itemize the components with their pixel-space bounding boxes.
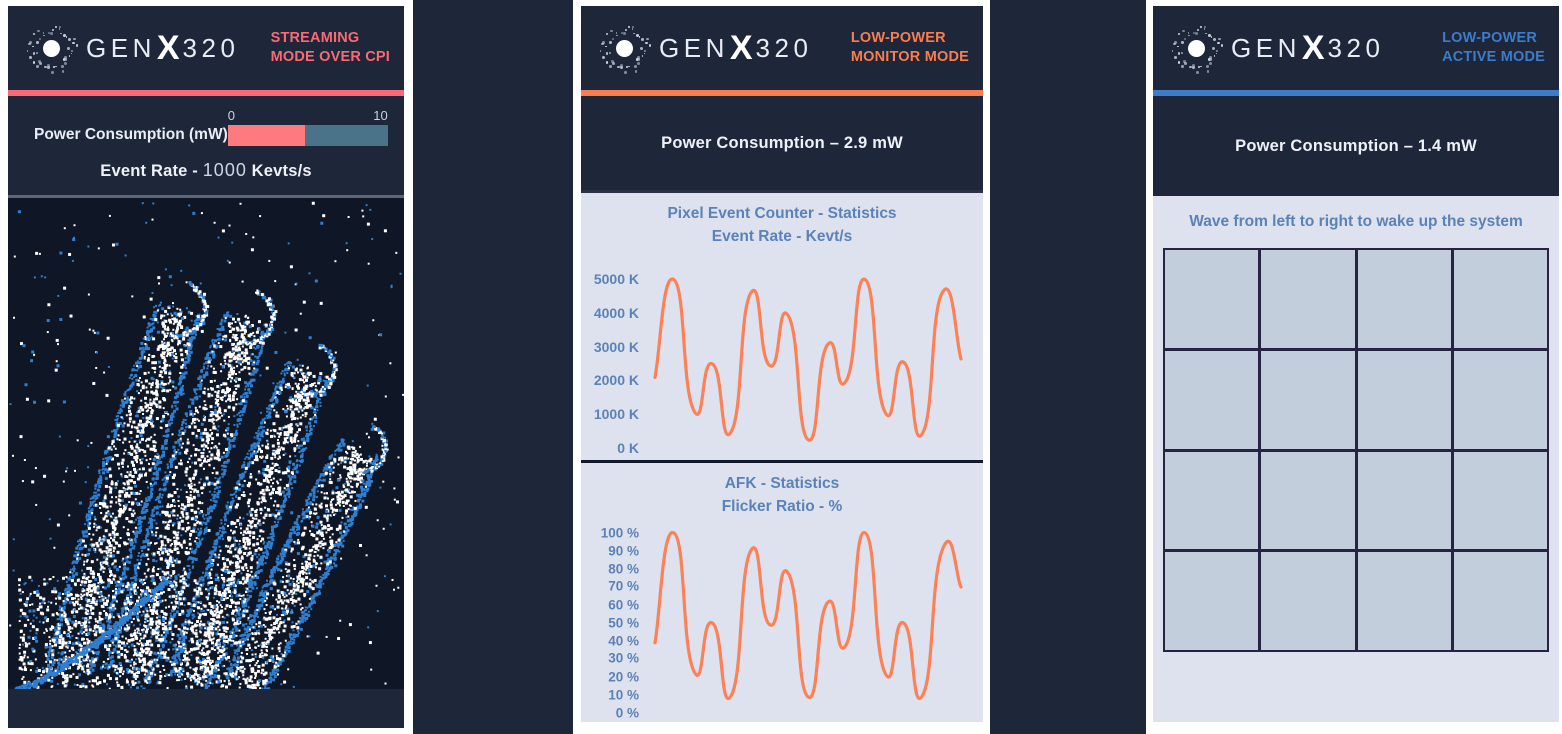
wordmark-x: X (1301, 28, 1327, 67)
y-axis-ticks-event-rate: 5000 K 4000 K 3000 K 2000 K 1000 K 0 K (581, 249, 643, 461)
power-gauge-track (227, 125, 388, 146)
power-gauge-scale: 0 10 (228, 108, 388, 125)
plot-area-flicker-ratio: 100 % 90 % 80 % 70 % 60 % 50 % 40 % 30 % 20 % 10 … (581, 519, 983, 723)
grid-cell[interactable] (1261, 350, 1355, 449)
grid-cell[interactable] (1261, 250, 1355, 348)
chart-subtitle-flicker-ratio: Flicker Ratio - % (721, 498, 843, 516)
panel-gap-right (990, 0, 1146, 734)
grid-cell[interactable] (1165, 250, 1259, 348)
chart-title-event-counter: Pixel Event Counter - Statistics (667, 205, 897, 222)
wordmark-320: 320 (1327, 32, 1385, 63)
brand-logo-block: GEN X 320 (595, 19, 851, 77)
y-tick-label: 80 % (608, 561, 639, 576)
streaming-info-strip: Power Consumption (mW) 0 10 Event Rate -… (8, 96, 404, 195)
grid-cell[interactable] (1357, 451, 1451, 550)
y-tick-label: 30 % (608, 650, 639, 666)
active-header: GEN X 320 LOW-POWER ACTIVE MODE (1153, 6, 1559, 90)
power-consumption-gauge: 0 10 (227, 108, 388, 146)
power-readout-active: Power Consumption – 1.4 mW (1153, 96, 1559, 196)
y-tick-label: 60 % (608, 597, 639, 612)
chart-title-afk: AFK - Statistics (724, 475, 840, 492)
y-tick-label: 1000 K (593, 405, 639, 422)
y-tick-label: 20 % (608, 669, 639, 684)
chart-subtitle-event-rate: Event Rate - Kevt/s (711, 228, 853, 246)
chart-pixel-event-counter: Pixel Event Counter - Statistics Event R… (581, 190, 983, 460)
power-scale-max: 10 (373, 108, 388, 123)
grid-cell[interactable] (1453, 552, 1547, 650)
y-tick-label: 70 % (608, 578, 639, 594)
wordmark-320: 320 (755, 32, 813, 63)
power-gauge-fill (227, 125, 305, 146)
event-rate-label: Event Rate - (100, 162, 198, 180)
wake-instruction-text: Wave from left to right to wake up the s… (1153, 196, 1559, 248)
brand-wordmark: GEN X 320 (1231, 29, 1384, 68)
brand-wordmark: GEN X 320 (659, 29, 812, 68)
chart-afk-statistics: AFK - Statistics Flicker Ratio - % 100 %… (581, 460, 983, 722)
y-tick-label: 100 % (600, 525, 639, 540)
panel-streaming-mode: GEN X 320 STREAMING MODE OVER CPI Power … (8, 6, 404, 728)
grid-cell[interactable] (1357, 250, 1451, 348)
plot-area-event-rate: 5000 K 4000 K 3000 K 2000 K 1000 K 0 K (581, 249, 983, 461)
power-readout-monitor: Power Consumption – 2.9 mW (581, 96, 983, 190)
grid-cell[interactable] (1261, 552, 1355, 650)
mode-label-monitor: LOW-POWER MONITOR MODE (850, 30, 969, 65)
prophesee-sun-dot-icon (1167, 19, 1225, 77)
panel-low-power-active-mode: GEN X 320 LOW-POWER ACTIVE MODE Power Co… (1153, 6, 1559, 722)
monitor-header: GEN X 320 LOW-POWER MONITOR MODE (581, 6, 983, 90)
power-consumption-label: Power Consumption (mW) (34, 126, 228, 143)
y-tick-label: 50 % (608, 615, 639, 630)
prophesee-sun-dot-icon (595, 19, 653, 77)
panel-low-power-monitor-mode: GEN X 320 LOW-POWER MONITOR MODE Power C… (581, 6, 983, 722)
brand-logo-block: GEN X 320 (22, 19, 271, 77)
wake-detection-grid[interactable] (1163, 248, 1549, 652)
curve-flicker-ratio (641, 519, 981, 723)
panel-gap-left (413, 0, 573, 734)
power-scale-min: 0 (227, 108, 235, 123)
wordmark-x: X (156, 28, 182, 67)
screenshot-root: GEN X 320 STREAMING MODE OVER CPI Power … (0, 0, 1562, 734)
y-tick-label: 0 K (617, 439, 639, 456)
grid-cell[interactable] (1453, 451, 1547, 550)
curve-event-rate (641, 249, 981, 461)
mode-label-streaming: STREAMING MODE OVER CPI (270, 30, 390, 65)
grid-cell[interactable] (1261, 451, 1355, 550)
wordmark-320: 320 (182, 32, 240, 63)
grid-cell[interactable] (1453, 350, 1547, 449)
event-rate-value: 1000 (202, 160, 247, 180)
y-tick-label: 0 % (615, 705, 639, 720)
series-line (655, 532, 961, 698)
y-tick-label: 2000 K (593, 372, 639, 389)
grid-cell[interactable] (1165, 552, 1259, 650)
grid-cell[interactable] (1453, 250, 1547, 348)
wordmark-x: X (729, 28, 755, 67)
brand-logo-block: GEN X 320 (1167, 19, 1442, 77)
streaming-header: GEN X 320 STREAMING MODE OVER CPI (8, 6, 404, 90)
y-tick-label: 3000 K (593, 338, 639, 355)
y-tick-label: 4000 K (593, 304, 639, 321)
grid-cell[interactable] (1165, 350, 1259, 449)
grid-cell[interactable] (1165, 451, 1259, 550)
wordmark-gen: GEN (659, 32, 729, 63)
brand-wordmark: GEN X 320 (86, 29, 239, 68)
y-axis-ticks-flicker-ratio: 100 % 90 % 80 % 70 % 60 % 50 % 40 % 30 % 20 % 10 … (581, 519, 643, 723)
event-rate-unit: Kevts/s (251, 162, 312, 180)
series-line (655, 278, 961, 439)
grid-cell[interactable] (1357, 552, 1451, 650)
y-tick-label: 10 % (608, 687, 639, 702)
y-tick-label: 90 % (608, 543, 639, 558)
wordmark-gen: GEN (86, 32, 156, 63)
event-rate-readout: Event Rate - 1000 Kevts/s (22, 160, 390, 181)
power-consumption-row: Power Consumption (mW) 0 10 (22, 108, 390, 146)
wordmark-gen: GEN (1231, 32, 1301, 63)
y-tick-label: 40 % (608, 633, 639, 648)
prophesee-sun-dot-icon (22, 19, 80, 77)
y-tick-label: 5000 K (593, 271, 639, 288)
mode-label-active: LOW-POWER ACTIVE MODE (1442, 30, 1545, 65)
grid-cell[interactable] (1357, 350, 1451, 449)
event-camera-hand-view (8, 195, 404, 689)
wake-grid-zone (1153, 248, 1559, 722)
